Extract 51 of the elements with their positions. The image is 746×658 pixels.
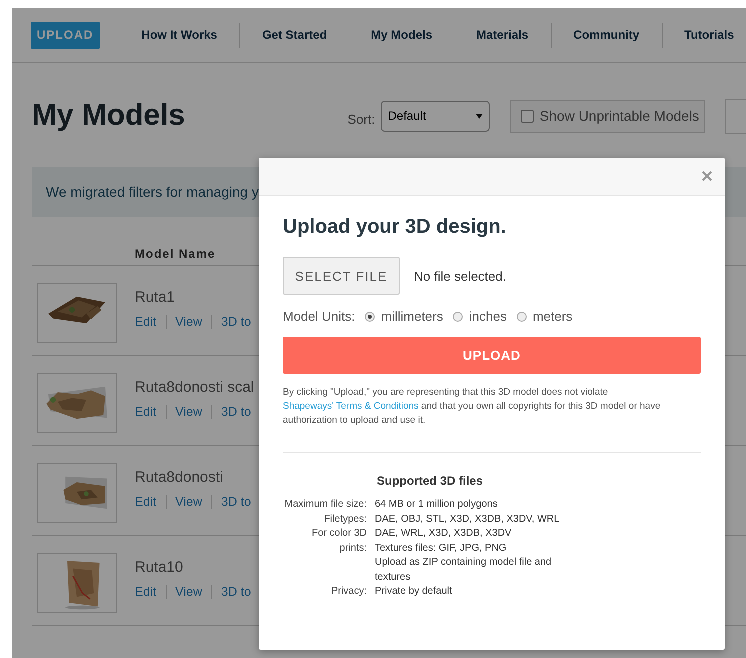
spec-value: DAE, OBJ, STL, X3D, X3DB, X3DV, WRL xyxy=(375,512,561,526)
model-link[interactable]: View xyxy=(176,495,212,509)
model-link[interactable]: Edit xyxy=(135,495,167,509)
nav-link[interactable]: Tutorials xyxy=(662,28,746,42)
model-link[interactable]: View xyxy=(176,405,212,419)
model-link[interactable]: Edit xyxy=(135,585,167,599)
legal-text: By clicking "Upload," you are representing that this 3D model does not violate Shapeways' Terms & Conditions and that you own all copyrights for this 3D model or have authorization to upload and use it. xyxy=(283,386,662,428)
units-label: Model Units: xyxy=(283,309,356,324)
spec-label: For color 3D prints: xyxy=(310,527,367,556)
modal-title: Upload your 3D design. xyxy=(283,216,508,239)
upload-button[interactable]: UPLOAD xyxy=(31,22,100,48)
model-link[interactable]: View xyxy=(176,315,212,329)
model-link[interactable]: 3D to xyxy=(221,405,260,419)
terms-link[interactable]: Shapeways' Terms & Conditions xyxy=(283,401,419,412)
select-file-button[interactable]: SELECT FILE xyxy=(283,257,400,295)
section-title: Supported 3D files xyxy=(377,474,484,488)
page-title: My Models xyxy=(32,99,186,133)
model-name: Ruta8donosti xyxy=(135,469,224,486)
model-link[interactable]: 3D to xyxy=(221,585,260,599)
unit-radio[interactable]: millimeters xyxy=(365,309,444,324)
sort-dropdown[interactable]: Default xyxy=(381,100,490,132)
upload-button[interactable]: UPLOAD xyxy=(283,337,701,374)
unit-radio[interactable]: meters xyxy=(516,309,573,324)
model-link[interactable]: 3D to xyxy=(221,315,260,329)
model-link[interactable]: View xyxy=(176,585,212,599)
model-name: Ruta8donosti scal xyxy=(135,379,254,396)
model-name: Ruta10 xyxy=(135,559,184,576)
unprintable-checkbox[interactable]: Show Unprintable Models xyxy=(510,100,706,132)
nav-link[interactable]: How It Works xyxy=(120,28,240,42)
caret-icon xyxy=(476,114,483,118)
nav-link[interactable]: Community xyxy=(552,28,662,42)
file-status: No file selected. xyxy=(414,268,506,284)
spec-value: Private by default xyxy=(375,585,454,599)
model-link[interactable]: Edit xyxy=(135,315,167,329)
spec-label: Filetypes: xyxy=(323,512,367,526)
unit-radio[interactable]: inches xyxy=(453,309,507,324)
spec-value: DAE, WRL, X3D, X3DB, X3DV xyxy=(375,527,513,541)
model-name: Ruta1 xyxy=(135,289,176,306)
spec-label: Maximum file size: xyxy=(284,498,367,512)
model-link[interactable]: Edit xyxy=(135,405,167,419)
nav-link[interactable]: Materials xyxy=(454,28,551,42)
nav-link[interactable]: My Models xyxy=(349,28,454,42)
spec-value: Upload as ZIP containing model file and textures xyxy=(375,556,553,584)
spec-value: 64 MB or 1 million polygons xyxy=(375,498,499,512)
column-header: Model Name xyxy=(135,246,216,263)
close-button[interactable]: × xyxy=(701,166,713,186)
spec-label: Privacy: xyxy=(330,585,367,599)
sort-label: Sort: xyxy=(348,112,376,126)
spec-value: Textures files: GIF, JPG, PNG xyxy=(375,542,508,556)
model-link[interactable]: 3D to xyxy=(221,495,260,509)
nav-link[interactable]: Get Started xyxy=(240,28,350,42)
